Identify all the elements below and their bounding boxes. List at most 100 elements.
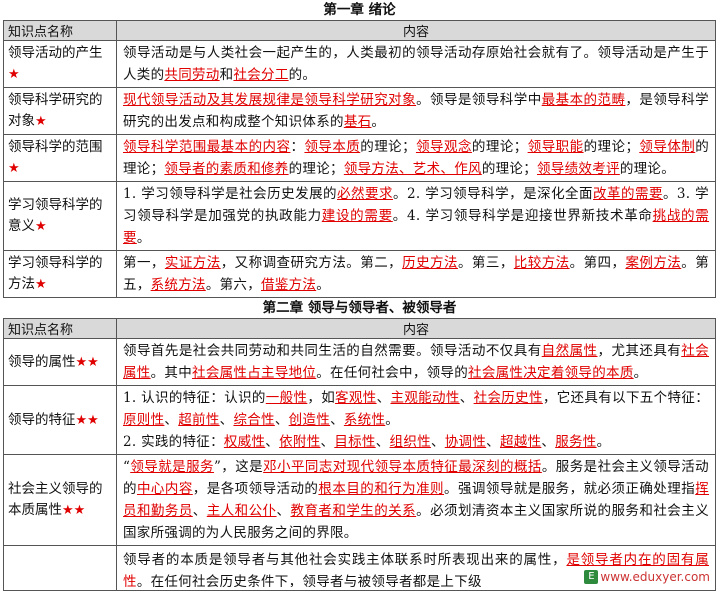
importance-stars-icon: ★★ — [75, 412, 99, 428]
content-text: 、 — [276, 503, 291, 519]
table-row: 领导活动的产生 ★ 领导活动是与人类社会一起产生的，人类最初的领导活动存原始社会就有… — [3, 40, 716, 88]
table-row: 领导的特征★★ 1. 认识的特征：认识的一般性，如客观性、主观能动性、社会历史性，… — [3, 385, 716, 455]
key-term: 必然要求 — [337, 186, 393, 202]
column-header-content: 内容 — [116, 20, 716, 41]
content-text: 领导首先是社会共同劳动和共同生活的自然需要。领导活动不仅具有 — [123, 343, 542, 359]
content-text: 。领导是领导科学中 — [416, 92, 542, 108]
table-row: 社会主义领导的本质属性★★ “领导就是服务”，这是邓小平同志对现代领导本质特征最深… — [3, 454, 716, 546]
content-text: ，尤其还具有 — [597, 343, 682, 359]
key-term: 领导本质 — [304, 139, 361, 155]
table-row: 领导科学研究的对象★ 现代领导活动及其发展规律是领导科学研究对象。领导是领导科学中… — [3, 87, 716, 135]
knowledge-point-label: 学习领导科学的方法 — [8, 255, 103, 292]
knowledge-point-content: 1. 学习领导科学是社会历史发展的必然要求。2. 学习领导科学，是深化全面改革的… — [116, 181, 716, 251]
content-text: 。强调领导就是服务，就必须正确处理指 — [444, 481, 696, 497]
knowledge-point-name: 领导科学研究的对象★ — [3, 87, 117, 135]
knowledge-point-name: 学习领导科学的方法★ — [3, 250, 117, 298]
content-text: 。4. 学习领导科学是迎接世界新技术革命 — [392, 208, 653, 224]
key-term: 领导绩效考评 — [537, 161, 620, 177]
content-text: 的理论； — [481, 161, 538, 177]
importance-stars-icon: ★ — [35, 219, 47, 234]
table-row: 学习领导科学的方法★ 第一，实证方法，又称调查研究方法。第二，历史方法。第三，比较… — [3, 250, 716, 298]
key-term: 基石 — [343, 114, 372, 130]
key-term: 社会属性决定着领导的本质 — [468, 365, 634, 381]
content-text: 。 — [316, 277, 331, 293]
site-watermark: Ewww.eduxyer.com — [581, 569, 713, 584]
watermark-logo-icon: E — [584, 570, 599, 584]
key-term: 目标性 — [334, 434, 376, 450]
knowledge-point-label: 领导的属性 — [8, 353, 76, 370]
content-text: 、 — [330, 412, 344, 428]
content-text: 1. 认识的特征：认识的 — [123, 390, 266, 406]
table-row: 领导科学的范围★ 领导科学范围最基本的内容：领导本质的理论；领导观念的理论；领导职… — [3, 134, 716, 182]
key-term: 领导科学范围最基本的内容 — [123, 139, 291, 155]
content-text: ，如 — [307, 390, 336, 406]
content-text: 。 — [385, 412, 400, 428]
key-term: 系统性 — [343, 412, 386, 428]
chapter-1-table: 知识点名称 内容 领导活动的产生 ★ 领导活动是与人类社会一起产生的，人类最初的领导… — [3, 20, 716, 298]
content-text: 2. 实践的特征： — [123, 434, 224, 450]
key-term: 主人和公仆 — [206, 503, 277, 519]
column-header-content: 内容 — [116, 318, 716, 339]
key-term: 根本目的和行为准则 — [318, 481, 445, 497]
knowledge-point-label: 领导的特征 — [8, 411, 76, 428]
chapter-1-title: 第一章 绪论 — [323, 2, 396, 18]
key-term: 依附性 — [279, 434, 321, 450]
content-text: 。2. 学习领导科学，是深化全面 — [392, 186, 594, 202]
content-text: 、 — [320, 434, 335, 450]
key-term: 借鉴方法 — [261, 277, 317, 293]
knowledge-point-label: 社会主义领导的本质属性 — [8, 481, 103, 518]
key-term: 创造性 — [288, 412, 331, 428]
column-header-name: 知识点名称 — [3, 20, 117, 41]
key-term: 现代领导活动及其发展规律是领导科学研究对象 — [123, 92, 417, 108]
knowledge-point-name: 学习领导科学的意义★ — [3, 181, 117, 251]
knowledge-point-label: 学习领导科学的意义 — [8, 197, 103, 234]
content-text: 、 — [376, 390, 391, 406]
key-term: 教育者和学生的关系 — [290, 503, 417, 519]
content-text: 、 — [192, 503, 207, 519]
key-term: 领导者的素质和修养 — [164, 161, 289, 177]
knowledge-point-name: 社会主义领导的本质属性★★ — [3, 454, 117, 546]
key-term: 协调性 — [444, 434, 487, 450]
content-text: 。第三， — [457, 255, 514, 271]
key-term: 比较方法 — [513, 255, 570, 271]
content-text: 、 — [430, 434, 445, 450]
key-term: 服务性 — [555, 434, 597, 450]
page: 第一章 绪论 知识点名称 内容 领导活动的产生 ★ 领导活动是与人类社会一起产生的，… — [3, 0, 716, 591]
knowledge-point-content: 现代领导活动及其发展规律是领导科学研究对象。领导是领导科学中最基本的范畴，是领导… — [116, 87, 716, 135]
content-text: 、 — [486, 434, 500, 450]
content-text: 。 — [633, 365, 648, 381]
content-text: 的。 — [288, 67, 317, 83]
content-text: 。其中 — [150, 365, 193, 381]
content-text: ，又称调查研究方法。第二， — [220, 255, 403, 271]
importance-stars-icon: ★ — [35, 114, 47, 129]
key-term: 案例方法 — [625, 255, 682, 271]
content-text: 领导者的本质是领导者与其他社会实践主体联系时所表现出来的属性， — [123, 552, 567, 568]
key-term: 领导职能 — [527, 139, 584, 155]
content-text: 的理论。 — [619, 161, 676, 177]
content-text: 、 — [375, 434, 390, 450]
chapter-1-rows: 领导活动的产生 ★ 领导活动是与人类社会一起产生的，人类最初的领导活动存原始社会就有… — [3, 40, 716, 298]
key-term: 社会分工 — [233, 67, 289, 83]
content-text: 。第六， — [205, 277, 262, 293]
key-term: 客观性 — [335, 390, 377, 406]
content-text: 。 — [371, 114, 386, 130]
column-header-name: 知识点名称 — [3, 318, 117, 339]
knowledge-point-label: 领导科学的范围 — [8, 139, 103, 155]
key-term: 权威性 — [223, 434, 266, 450]
table-header-row: 知识点名称 内容 — [3, 20, 716, 41]
table-row: 学习领导科学的意义★ 1. 学习领导科学是社会历史发展的必然要求。2. 学习领导科… — [3, 181, 716, 251]
content-text: 。 — [136, 230, 151, 246]
key-term: 超前性 — [178, 412, 220, 428]
knowledge-point-content: 第一，实证方法，又称调查研究方法。第二，历史方法。第三，比较方法。第四，案例方法… — [116, 250, 716, 298]
knowledge-point-content: 1. 认识的特征：认识的一般性，如客观性、主观能动性、社会历史性，它还具有以下五… — [116, 385, 716, 455]
content-text: ，是各项领导活动的 — [192, 481, 319, 497]
key-term: 社会属性占主导地位 — [192, 365, 317, 381]
content-text: 。在任何社会中，领导的 — [316, 365, 469, 381]
key-term: 组织性 — [389, 434, 431, 450]
knowledge-point-content: 领导活动是与人类社会一起产生的，人类最初的领导活动存原始社会就有了。领导活动是产… — [116, 40, 716, 88]
content-text: 的理论； — [360, 139, 416, 155]
key-term: 一般性 — [265, 390, 308, 406]
content-text: ，它还具有以下五个特征： — [542, 390, 710, 406]
content-text: ： — [290, 139, 305, 155]
key-term: 领导观念 — [415, 139, 472, 155]
